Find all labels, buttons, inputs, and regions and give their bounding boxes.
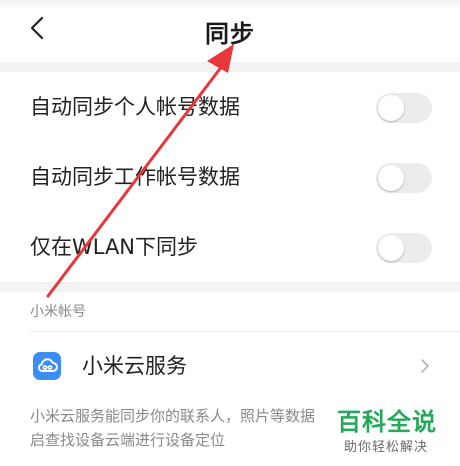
sync-row-work[interactable]: 自动同步工作帐号数据 (0, 142, 460, 212)
xiaomi-cloud-label: 小米云服务 (82, 354, 187, 378)
sync-work-toggle[interactable] (376, 163, 432, 193)
cloud-icon (33, 352, 61, 380)
sync-row-personal[interactable]: 自动同步个人帐号数据 (0, 72, 460, 142)
toggle-knob (378, 235, 404, 261)
chevron-right-icon (421, 359, 429, 373)
sync-row-label: 仅在WLAN下同步 (30, 235, 199, 259)
sync-row-wlan-only[interactable]: 仅在WLAN下同步 (0, 212, 460, 282)
toggle-knob (378, 165, 404, 191)
xiaomi-cloud-row[interactable]: 小米云服务 (0, 336, 460, 396)
section-title-xiaomi-account: 小米帐号 (30, 304, 86, 320)
divider (30, 331, 460, 332)
watermark-logo: 百科全说 助你轻松解决 (330, 398, 460, 466)
wlan-only-toggle[interactable] (376, 233, 432, 263)
toggle-knob (378, 95, 404, 121)
section-gap (0, 282, 460, 292)
page-title: 同步 (205, 20, 255, 48)
section-gap (0, 62, 460, 72)
sync-row-label: 自动同步个人帐号数据 (30, 95, 240, 119)
header-bar: 同步 (0, 0, 460, 62)
watermark-title: 百科全说 (337, 408, 437, 436)
watermark-subtitle: 助你轻松解决 (344, 440, 429, 455)
sync-row-label: 自动同步工作帐号数据 (30, 165, 240, 189)
sync-personal-toggle[interactable] (376, 93, 432, 123)
